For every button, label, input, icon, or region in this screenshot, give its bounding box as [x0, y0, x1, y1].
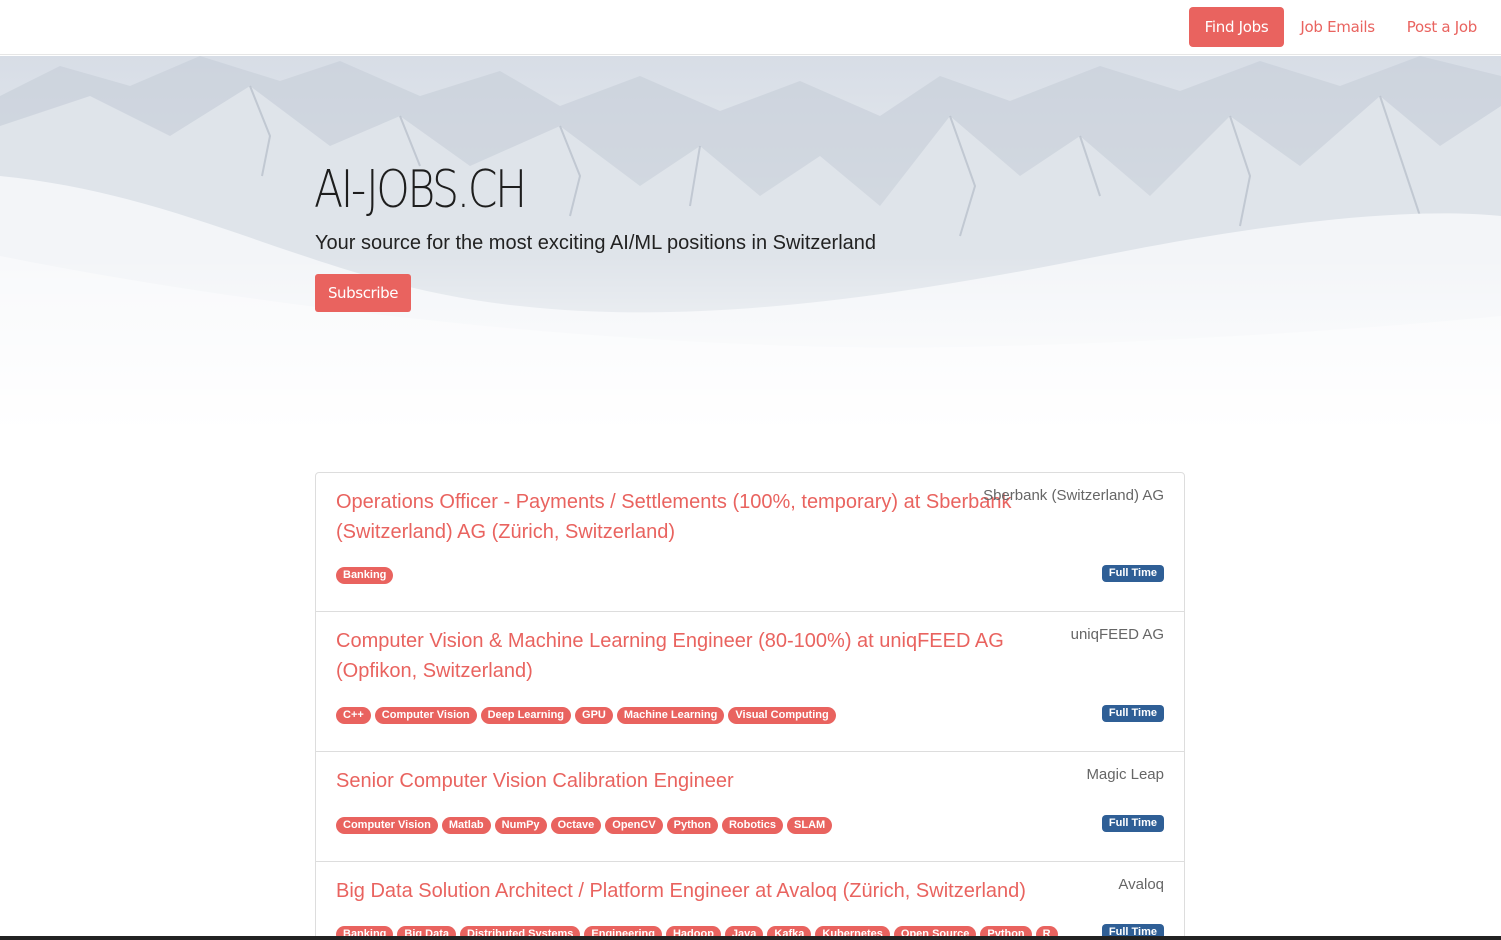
job-title-link[interactable]: Big Data Solution Architect / Platform E…: [336, 876, 1056, 906]
job-tag[interactable]: Visual Computing: [728, 707, 836, 724]
job-tag[interactable]: OpenCV: [605, 817, 663, 834]
subscribe-button[interactable]: Subscribe: [315, 274, 411, 312]
job-list: Operations Officer - Payments / Settleme…: [315, 472, 1185, 940]
job-listing: Big Data Solution Architect / Platform E…: [316, 862, 1184, 940]
job-tag[interactable]: Deep Learning: [480, 707, 572, 724]
job-title-link[interactable]: Senior Computer Vision Calibration Engin…: [336, 766, 1036, 796]
job-listing: Computer Vision & Machine Learning Engin…: [316, 612, 1184, 752]
top-navbar: Find Jobs Job Emails Post a Job: [0, 0, 1501, 55]
job-company: Avaloq: [1118, 876, 1164, 893]
bottom-edge: [0, 936, 1501, 940]
site-tagline: Your source for the most exciting AI/ML …: [315, 232, 877, 254]
job-title-link[interactable]: Computer Vision & Machine Learning Engin…: [336, 626, 1036, 686]
job-tag[interactable]: SLAM: [787, 817, 833, 834]
nav-links: Find Jobs Job Emails Post a Job: [1188, 7, 1493, 47]
job-tag[interactable]: Computer Vision: [336, 817, 438, 834]
job-tag[interactable]: NumPy: [494, 817, 547, 834]
job-tag[interactable]: C++: [336, 707, 371, 724]
job-tag[interactable]: Python: [666, 817, 718, 834]
site-title: AI-JOBS.CH: [314, 160, 527, 220]
nav-find-jobs[interactable]: Find Jobs: [1188, 7, 1285, 47]
job-type-badge: Full Time: [1101, 565, 1164, 582]
job-tag[interactable]: Banking: [336, 567, 394, 584]
job-tags: C++ Computer Vision Deep Learning GPU Ma…: [336, 707, 1164, 724]
job-listing: Senior Computer Vision Calibration Engin…: [316, 752, 1184, 862]
job-tags: Computer Vision Matlab NumPy Octave Open…: [336, 817, 1164, 834]
job-tag[interactable]: Matlab: [441, 817, 491, 834]
job-company: Sberbank (Switzerland) AG: [983, 487, 1164, 504]
job-company: Magic Leap: [1086, 766, 1164, 783]
job-tag[interactable]: Computer Vision: [374, 707, 477, 724]
job-company: uniqFEED AG: [1070, 626, 1164, 643]
job-title-link[interactable]: Operations Officer - Payments / Settleme…: [336, 487, 1036, 547]
job-listing: Operations Officer - Payments / Settleme…: [316, 473, 1184, 612]
job-tag[interactable]: Machine Learning: [616, 707, 725, 724]
nav-job-emails[interactable]: Job Emails: [1284, 7, 1390, 47]
hero-banner: AI-JOBS.CH Your source for the most exci…: [0, 56, 1501, 424]
job-tag[interactable]: Octave: [550, 817, 602, 834]
job-tags: Banking: [336, 567, 1164, 584]
nav-post-a-job[interactable]: Post a Job: [1391, 7, 1493, 47]
job-type-badge: Full Time: [1101, 815, 1164, 832]
job-tag[interactable]: Robotics: [721, 817, 784, 834]
job-type-badge: Full Time: [1101, 705, 1164, 722]
job-tag[interactable]: GPU: [575, 707, 613, 724]
